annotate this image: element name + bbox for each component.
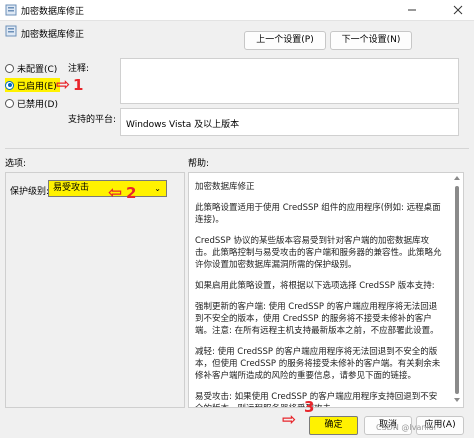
close-icon[interactable]	[450, 2, 466, 18]
help-paragraph: 如果启用此策略设置，将根据以下选项选择 CredSSP 版本支持:	[195, 281, 435, 291]
policy-setting-icon	[5, 25, 17, 37]
help-paragraph: 此策略设置适用于使用 CredSSP 组件的应用程序(例如: 远程桌面连接)。	[195, 203, 441, 225]
radio-indicator[interactable]	[5, 98, 14, 108]
options-section-label: 选项:	[5, 159, 27, 169]
comment-textarea[interactable]	[120, 58, 459, 104]
next-setting-button[interactable]: 下一个设置(N)	[330, 31, 412, 50]
radio-not-configured[interactable]: 未配置(C)	[5, 61, 57, 75]
radio-label: 已启用(E)	[17, 81, 57, 92]
annotation-arrow-2: ⇦	[108, 183, 123, 203]
protection-level-label: 保护级别:	[10, 187, 50, 197]
annotation-arrow-1: ⇨	[56, 75, 71, 95]
minimize-icon[interactable]	[404, 2, 420, 18]
annotation-number-2: 2	[126, 184, 137, 202]
policy-window-icon	[5, 4, 17, 16]
platform-label: 支持的平台:	[68, 115, 117, 125]
radio-enabled[interactable]: 已启用(E)	[5, 78, 60, 92]
chevron-down-icon[interactable]: ⌄	[154, 181, 161, 196]
help-paragraph: 减轻: 使用 CredSSP 的客户端应用程序将无法回退到不安全的版本，但使用 …	[195, 347, 441, 381]
ok-button[interactable]: 确定	[309, 416, 358, 435]
help-section-label: 帮助:	[188, 159, 210, 169]
scrollbar-thumb[interactable]	[455, 186, 459, 394]
help-paragraph: CredSSP 协议的某些版本容易受到针对客户端的加密数据库攻击。此策略控制与易…	[195, 236, 442, 270]
radio-indicator[interactable]	[5, 63, 14, 73]
watermark-text: CSDN @Ivaniui	[376, 423, 436, 432]
radio-disabled[interactable]: 已禁用(D)	[5, 96, 58, 110]
options-panel	[5, 172, 185, 408]
section-divider	[5, 148, 469, 149]
annotation-number-3: 3	[304, 398, 315, 416]
help-text: 加密数据库修正 此策略设置适用于使用 CredSSP 组件的应用程序(例如: 远…	[195, 181, 445, 407]
help-panel: 加密数据库修正 此策略设置适用于使用 CredSSP 组件的应用程序(例如: 远…	[188, 172, 464, 408]
help-paragraph: 加密数据库修正	[195, 182, 255, 192]
supported-platform-field: Windows Vista 及以上版本	[120, 108, 459, 136]
help-paragraph: 易受攻击: 如果使用 CredSSP 的客户端应用程序支持回退到不安全的版本，则…	[195, 392, 438, 407]
policy-title: 加密数据库修正	[21, 30, 85, 40]
annotation-number-1: 1	[73, 76, 84, 94]
protection-level-value: 易受攻击	[53, 183, 90, 193]
previous-setting-button[interactable]: 上一个设置(P)	[244, 31, 326, 50]
help-paragraph: 强制更新的客户端: 使用 CredSSP 的客户端应用程序将无法回退到不安全的版…	[195, 302, 439, 336]
radio-indicator-checked[interactable]	[5, 80, 14, 90]
radio-label: 未配置(C)	[17, 64, 58, 75]
annotation-arrow-3: ⇨	[282, 410, 297, 430]
comment-label: 注释:	[68, 64, 90, 74]
window-title: 加密数据库修正	[21, 7, 85, 17]
radio-label: 已禁用(D)	[17, 99, 58, 110]
